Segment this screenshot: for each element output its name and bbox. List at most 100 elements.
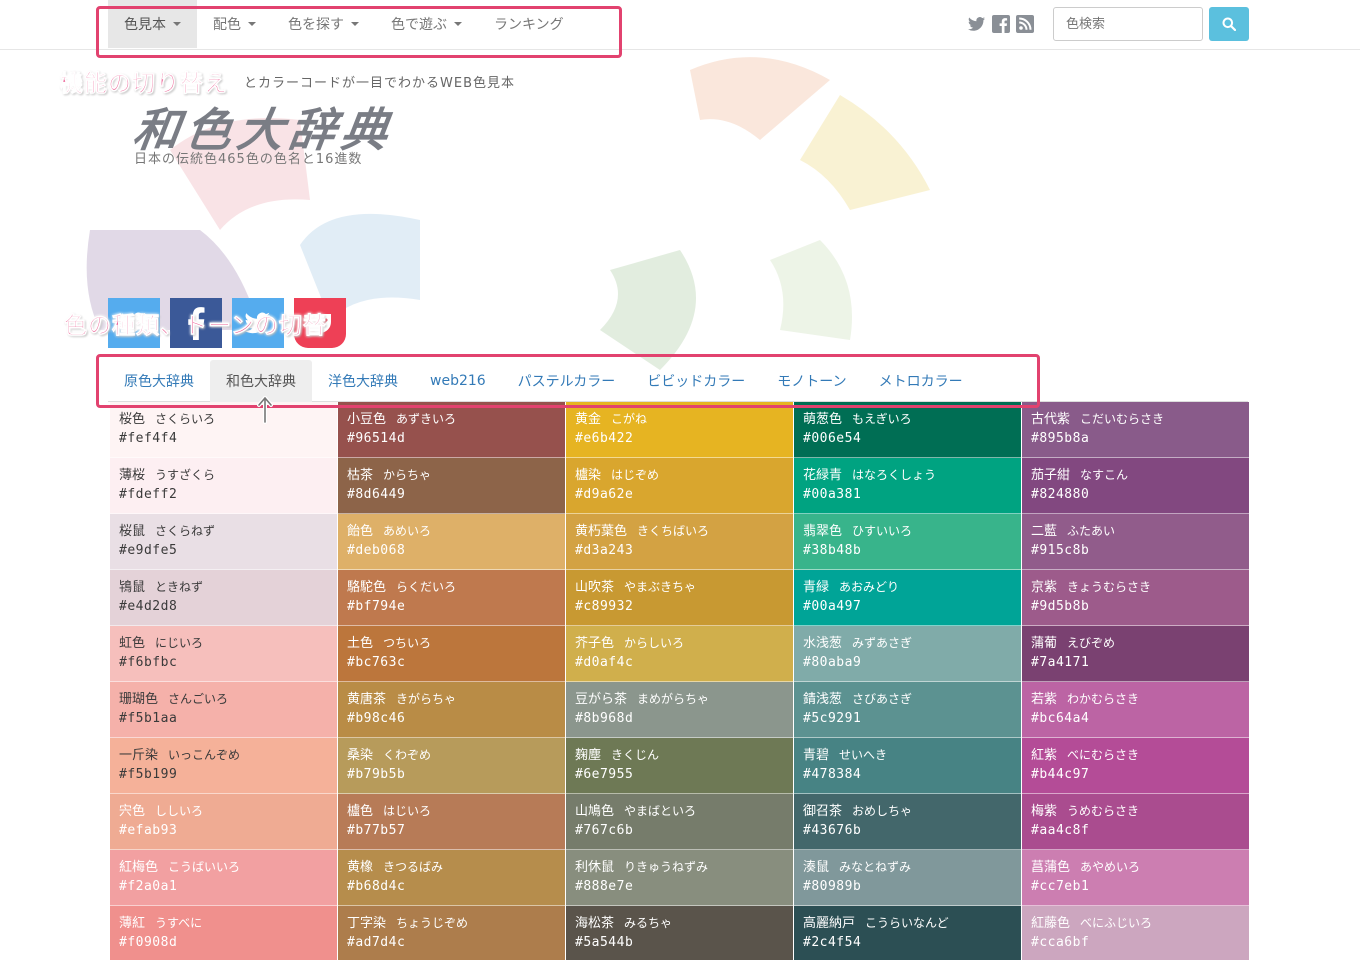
color-swatch[interactable]: 桜色 さくらいろ #fef4f4	[110, 402, 337, 458]
nav-item-ranking[interactable]: ランキング	[478, 0, 580, 48]
color-swatch[interactable]: 黄橡 きつるばみ #b68d4c	[338, 850, 565, 906]
color-swatch[interactable]: 梅紫 うめむらさき #aa4c8f	[1022, 794, 1249, 850]
tab-vivid-colors[interactable]: ビビッドカラー	[631, 360, 761, 402]
color-name: 土色	[347, 636, 374, 651]
color-hex-code: #f2a0a1	[119, 879, 178, 894]
color-swatch[interactable]: 豆がら茶 まめがらちゃ #8b968d	[566, 682, 793, 738]
color-swatch[interactable]: 御召茶 おめしちゃ #43676b	[794, 794, 1021, 850]
color-swatch[interactable]: 京紫 きょうむらさき #9d5b8b	[1022, 570, 1249, 626]
color-kana: うすべに	[155, 916, 203, 930]
color-swatch[interactable]: 黄朽葉色 きくちばいろ #d3a243	[566, 514, 793, 570]
color-swatch[interactable]: 水浅葱 みずあさぎ #80aba9	[794, 626, 1021, 682]
color-swatch[interactable]: 駱駝色 らくだいろ #bf794e	[338, 570, 565, 626]
color-swatch[interactable]: 珊瑚色 さんごいろ #f5b1aa	[110, 682, 337, 738]
color-name-row: 虹色 にじいろ	[119, 634, 328, 653]
color-swatch[interactable]: 櫨色 はじいろ #b77b57	[338, 794, 565, 850]
color-name: 高麗納戸	[803, 916, 856, 931]
tab-monotone[interactable]: モノトーン	[761, 360, 862, 402]
color-hex-code: #d0af4c	[575, 655, 634, 670]
color-kana: はなろくしょう	[852, 468, 937, 482]
color-name-row: 枯茶 からちゃ	[347, 466, 556, 485]
color-name: 山鳩色	[575, 804, 615, 819]
color-swatch[interactable]: 錆浅葱 さびあさぎ #5c9291	[794, 682, 1021, 738]
color-swatch[interactable]: 紅藤色 べにふじいろ #cca6bf	[1022, 906, 1249, 960]
color-name-row: 梅紫 うめむらさき	[1031, 802, 1240, 821]
color-hex-code: #b44c97	[1031, 767, 1090, 782]
tab-metro-colors[interactable]: メトロカラー	[863, 360, 979, 402]
tab-web216[interactable]: web216	[414, 360, 502, 402]
color-name: 御召茶	[803, 804, 843, 819]
color-swatch[interactable]: 山鳩色 やまばといろ #767c6b	[566, 794, 793, 850]
color-swatch[interactable]: 薄紅 うすべに #f0908d	[110, 906, 337, 960]
tab-pastel-colors[interactable]: パステルカラー	[502, 360, 632, 402]
color-swatch[interactable]: 古代紫 こだいむらさき #895b8a	[1022, 402, 1249, 458]
color-swatch[interactable]: 宍色 ししいろ #efab93	[110, 794, 337, 850]
nav-item-find-color[interactable]: 色を探す	[272, 0, 375, 48]
color-name: 紅梅色	[119, 860, 159, 875]
color-swatch[interactable]: 菖蒲色 あやめいろ #cc7eb1	[1022, 850, 1249, 906]
color-swatch[interactable]: 紅梅色 こうばいいろ #f2a0a1	[110, 850, 337, 906]
color-hex-code: #bc763c	[347, 655, 406, 670]
color-name: 青碧	[803, 748, 830, 763]
color-swatch[interactable]: 一斤染 いっこんぞめ #f5b199	[110, 738, 337, 794]
twitter-icon[interactable]	[968, 15, 986, 33]
color-swatch[interactable]: 桜鼠 さくらねず #e9dfe5	[110, 514, 337, 570]
color-hex-code: #fef4f4	[119, 431, 178, 446]
color-name: 茄子紺	[1031, 468, 1071, 483]
color-swatch[interactable]: 黄金 こがね #e6b422	[566, 402, 793, 458]
color-swatch[interactable]: 櫨染 はじぞめ #d9a62e	[566, 458, 793, 514]
color-name: 飴色	[347, 524, 374, 539]
nav-item-color-samples[interactable]: 色見本	[108, 0, 197, 48]
rss-icon[interactable]	[1016, 15, 1034, 33]
color-swatch[interactable]: 二藍 ふたあい #915c8b	[1022, 514, 1249, 570]
tab-western-colors[interactable]: 洋色大辞典	[312, 360, 414, 402]
color-swatch[interactable]: 山吹茶 やまぶきちゃ #c89932	[566, 570, 793, 626]
color-hex-code: #888e7e	[575, 879, 634, 894]
color-swatch[interactable]: 若紫 わかむらさき #bc64a4	[1022, 682, 1249, 738]
color-swatch[interactable]: 麹塵 きくじん #6e7955	[566, 738, 793, 794]
color-swatch[interactable]: 飴色 あめいろ #deb068	[338, 514, 565, 570]
color-name-row: 海松茶 みるちゃ	[575, 914, 784, 933]
color-name-row: 宍色 ししいろ	[119, 802, 328, 821]
color-name: 二藍	[1031, 524, 1058, 539]
color-name-row: 飴色 あめいろ	[347, 522, 556, 541]
color-swatch[interactable]: 鴇鼠 ときねず #e4d2d8	[110, 570, 337, 626]
color-kana: あやめいろ	[1080, 860, 1141, 874]
color-name-row: 桜色 さくらいろ	[119, 410, 328, 429]
color-swatch[interactable]: 高麗納戸 こうらいなんど #2c4f54	[794, 906, 1021, 960]
search-button[interactable]	[1209, 7, 1249, 41]
color-swatch[interactable]: 小豆色 あずきいろ #96514d	[338, 402, 565, 458]
main-nav: 色見本 配色 色を探す 色で遊ぶ ランキング	[108, 0, 580, 48]
color-hex-code: #8d6449	[347, 487, 406, 502]
color-name-row: 京紫 きょうむらさき	[1031, 578, 1240, 597]
tab-primary-colors[interactable]: 原色大辞典	[108, 360, 210, 402]
color-name-row: 山吹茶 やまぶきちゃ	[575, 578, 784, 597]
nav-item-color-scheme[interactable]: 配色	[197, 0, 272, 48]
color-swatch[interactable]: 紅紫 べにむらさき #b44c97	[1022, 738, 1249, 794]
color-swatch[interactable]: 丁字染 ちょうじぞめ #ad7d4c	[338, 906, 565, 960]
facebook-icon[interactable]	[992, 15, 1010, 33]
color-swatch[interactable]: 虹色 にじいろ #f6bfbc	[110, 626, 337, 682]
color-swatch[interactable]: 枯茶 からちゃ #8d6449	[338, 458, 565, 514]
color-swatch[interactable]: 薄桜 うすざくら #fdeff2	[110, 458, 337, 514]
color-swatch[interactable]: 芥子色 からしいろ #d0af4c	[566, 626, 793, 682]
color-swatch[interactable]: 黄唐茶 きがらちゃ #b98c46	[338, 682, 565, 738]
color-swatch[interactable]: 湊鼠 みなとねずみ #80989b	[794, 850, 1021, 906]
color-swatch[interactable]: 青碧 せいへき #478384	[794, 738, 1021, 794]
color-swatch[interactable]: 茄子紺 なすこん #824880	[1022, 458, 1249, 514]
color-swatch[interactable]: 海松茶 みるちゃ #5a544b	[566, 906, 793, 960]
color-swatch[interactable]: 土色 つちいろ #bc763c	[338, 626, 565, 682]
color-swatch[interactable]: 翡翠色 ひすいいろ #38b48b	[794, 514, 1021, 570]
color-swatch[interactable]: 萌葱色 もえぎいろ #006e54	[794, 402, 1021, 458]
color-kana: べにふじいろ	[1080, 916, 1153, 930]
nav-item-play-color[interactable]: 色で遊ぶ	[375, 0, 478, 48]
color-swatch[interactable]: 利休鼠 りきゅうねずみ #888e7e	[566, 850, 793, 906]
color-hex-code: #b79b5b	[347, 767, 406, 782]
color-hex-code: #c89932	[575, 599, 634, 614]
color-swatch[interactable]: 桑染 くわぞめ #b79b5b	[338, 738, 565, 794]
color-swatch[interactable]: 青緑 あおみどり #00a497	[794, 570, 1021, 626]
search-input[interactable]	[1053, 7, 1203, 41]
color-swatch[interactable]: 蒲葡 えびぞめ #7a4171	[1022, 626, 1249, 682]
color-swatch[interactable]: 花緑青 はなろくしょう #00a381	[794, 458, 1021, 514]
color-kana: ちょうじぞめ	[396, 916, 469, 930]
